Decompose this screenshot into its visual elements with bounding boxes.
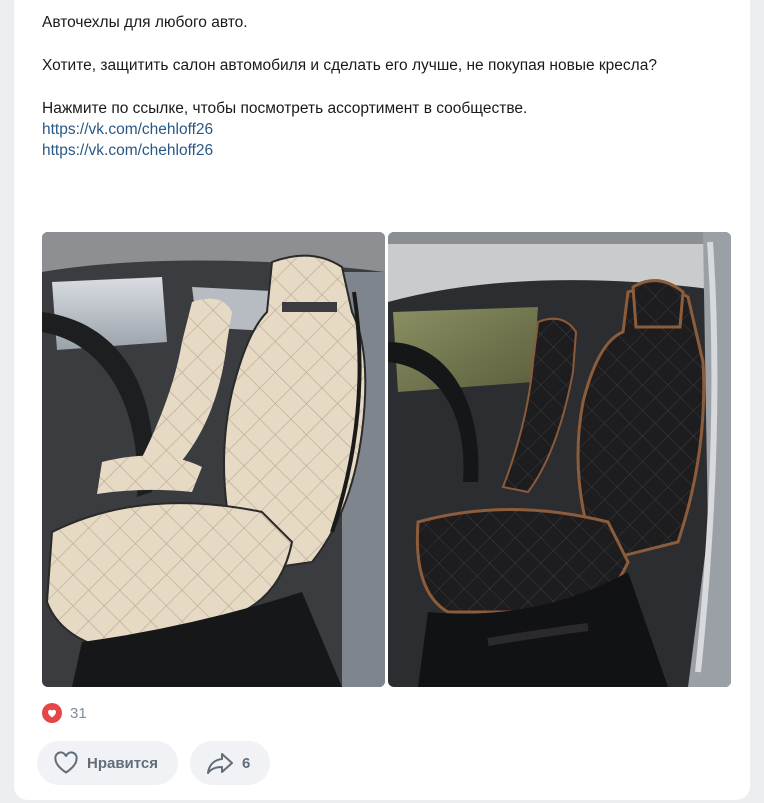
photo-gallery bbox=[42, 232, 731, 687]
post-text-line-3: Нажмите по ссылке, чтобы посмотреть ассо… bbox=[42, 100, 528, 117]
like-button[interactable]: Нравится bbox=[37, 741, 179, 785]
share-button[interactable]: 6 bbox=[190, 741, 271, 785]
share-arrow-icon bbox=[207, 753, 234, 774]
post-text-line-2: Хотите, защитить салон автомобиля и сдел… bbox=[42, 57, 657, 74]
beige-seat-covers-photo[interactable] bbox=[42, 232, 385, 687]
community-link-1[interactable]: https://vk.com/chehloff26 bbox=[42, 119, 702, 140]
like-button-label: Нравится bbox=[87, 754, 159, 772]
post-text-line-1: Авточехлы для любого авто. bbox=[42, 14, 248, 31]
share-count: 6 bbox=[242, 754, 251, 772]
post-text: Авточехлы для любого авто. Хотите, защит… bbox=[42, 12, 702, 161]
community-link-2[interactable]: https://vk.com/chehloff26 bbox=[42, 140, 702, 161]
post-actions: Нравится 6 bbox=[37, 741, 271, 785]
reactions-summary[interactable]: 31 bbox=[42, 703, 87, 723]
black-seat-covers-photo[interactable] bbox=[388, 232, 731, 687]
heart-outline-icon bbox=[54, 751, 78, 774]
heart-icon bbox=[42, 703, 62, 723]
likes-count: 31 bbox=[70, 704, 87, 722]
post-card: Авточехлы для любого авто. Хотите, защит… bbox=[14, 0, 750, 800]
